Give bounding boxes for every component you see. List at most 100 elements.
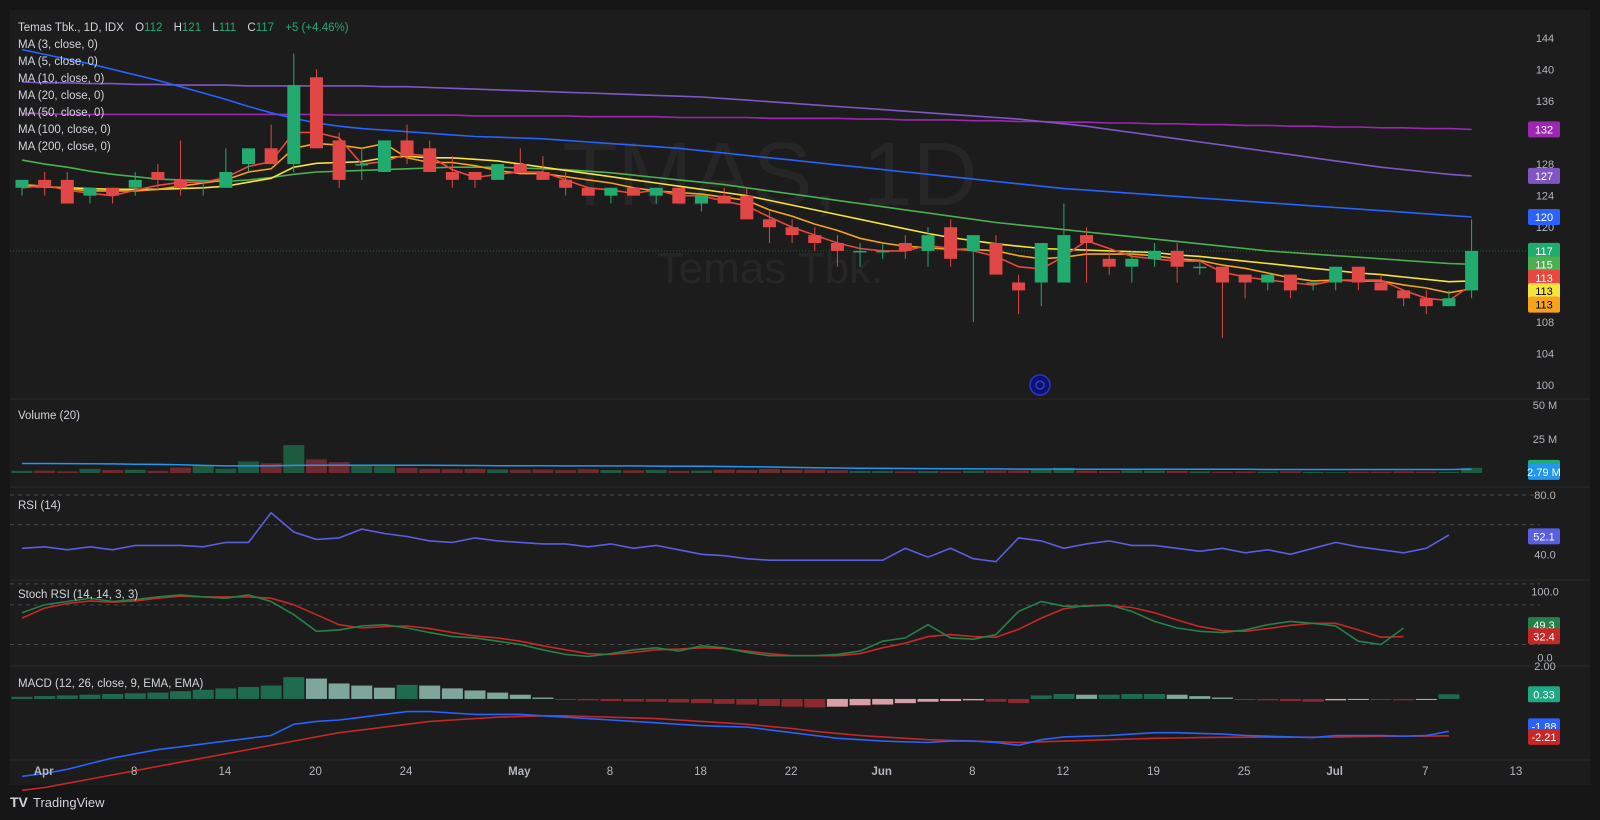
volume-bar bbox=[1076, 470, 1098, 473]
price-axis-tick: 108 bbox=[1536, 317, 1554, 329]
volume-axis-tick: 50 M bbox=[1533, 400, 1557, 412]
candle bbox=[1374, 282, 1388, 291]
candle bbox=[1102, 258, 1116, 267]
candle bbox=[1283, 274, 1297, 291]
candle bbox=[513, 164, 527, 172]
price-axis-tick: 136 bbox=[1536, 96, 1554, 108]
macd-histogram-bar bbox=[1189, 696, 1211, 699]
macd-pane-title[interactable]: MACD (12, 26, close, 9, EMA, EMA) bbox=[18, 678, 204, 690]
change-value: +5 (+4.46%) bbox=[285, 22, 348, 34]
macd-axis-tick: 2.00 bbox=[1534, 661, 1555, 673]
price-label-text: 113 bbox=[1535, 273, 1553, 285]
macd-histogram-bar bbox=[781, 698, 803, 707]
candle bbox=[830, 243, 844, 251]
candle bbox=[581, 187, 595, 196]
volume-bar bbox=[962, 470, 984, 473]
stoch-label-text: 32.4 bbox=[1533, 631, 1554, 643]
candle bbox=[196, 179, 210, 182]
time-axis-tick: 14 bbox=[218, 766, 231, 778]
tradingview-logo-icon[interactable]: TV bbox=[10, 794, 29, 810]
volume-bar bbox=[1030, 470, 1052, 473]
time-axis-tick: 13 bbox=[1510, 766, 1523, 778]
time-axis-tick: Jun bbox=[871, 766, 891, 778]
volume-pane-title[interactable]: Volume (20) bbox=[18, 410, 80, 422]
macd-histogram-bar bbox=[555, 698, 577, 700]
macd-histogram-bar bbox=[713, 698, 735, 704]
volume-bar bbox=[11, 470, 33, 473]
macd-histogram-bar bbox=[758, 698, 780, 706]
volume-bar bbox=[645, 469, 667, 473]
macd-histogram-bar bbox=[192, 689, 214, 699]
candle bbox=[1170, 250, 1184, 267]
macd-histogram-bar bbox=[1121, 694, 1143, 699]
macd-histogram-bar bbox=[668, 698, 690, 703]
ma-legend-50[interactable]: MA (50, close, 0) bbox=[18, 107, 104, 119]
rsi-pane-title[interactable]: RSI (14) bbox=[18, 500, 61, 512]
candle bbox=[604, 187, 618, 196]
volume-bar bbox=[668, 470, 690, 473]
macd-histogram-bar bbox=[351, 685, 373, 699]
volume-bar bbox=[464, 468, 486, 473]
macd-label-text: 0.33 bbox=[1533, 689, 1554, 701]
ma-legend-10[interactable]: MA (10, close, 0) bbox=[18, 73, 104, 85]
volume-bar bbox=[192, 465, 214, 473]
chart-canvas[interactable]: TMAS, 1D Temas Tbk. 14414013613212812412… bbox=[0, 0, 1600, 820]
time-axis-tick: 7 bbox=[1422, 766, 1428, 778]
macd-histogram-bar bbox=[328, 683, 350, 699]
candle bbox=[1397, 290, 1411, 299]
macd-histogram-bar bbox=[11, 696, 33, 699]
rsi-label: 52.1 bbox=[1528, 528, 1560, 545]
volume-bar bbox=[147, 470, 169, 473]
macd-histogram-bar bbox=[1393, 698, 1415, 701]
candle bbox=[106, 187, 120, 196]
candle bbox=[332, 140, 346, 180]
candle bbox=[559, 179, 573, 188]
candle bbox=[966, 235, 980, 251]
time-axis-tick: 20 bbox=[309, 766, 322, 778]
candle bbox=[309, 77, 323, 149]
event-marker-icon[interactable] bbox=[1029, 374, 1051, 396]
macd-histogram-bar bbox=[736, 698, 758, 705]
ma-legend-200[interactable]: MA (200, close, 0) bbox=[18, 141, 111, 153]
rsi-axis-tick: 80.0 bbox=[1534, 490, 1555, 502]
macd-histogram-bar bbox=[1098, 694, 1120, 699]
candle bbox=[1261, 274, 1275, 283]
macd-histogram-bar bbox=[509, 694, 531, 699]
price-label: 120 bbox=[1528, 208, 1560, 225]
ma-legend-3[interactable]: MA (3, close, 0) bbox=[18, 39, 98, 51]
volume-bar bbox=[1347, 471, 1369, 473]
volume-axis-tick: 25 M bbox=[1533, 434, 1557, 446]
price-label-text: 127 bbox=[1535, 171, 1553, 183]
volume-bar bbox=[1098, 471, 1120, 473]
candle bbox=[174, 179, 188, 188]
candle bbox=[785, 227, 799, 236]
candle bbox=[921, 235, 935, 251]
rsi-label-text: 52.1 bbox=[1533, 531, 1554, 543]
close-value: 117 bbox=[256, 22, 274, 34]
macd-histogram-bar bbox=[419, 685, 441, 699]
volume-bar bbox=[487, 469, 509, 473]
macd-histogram-bar bbox=[1053, 694, 1075, 699]
candle bbox=[219, 171, 233, 188]
candle bbox=[423, 148, 437, 172]
symbol-header[interactable]: Temas Tbk., 1D, IDX O112 H121 L111 C117 … bbox=[18, 22, 349, 34]
macd-histogram-bar bbox=[623, 698, 645, 702]
stoch-pane-title[interactable]: Stoch RSI (14, 14, 3, 3) bbox=[18, 589, 138, 601]
volume-bar bbox=[441, 469, 463, 473]
ma-legend-5[interactable]: MA (5, close, 0) bbox=[18, 56, 98, 68]
volume-bar bbox=[509, 469, 531, 473]
time-axis-tick: 25 bbox=[1238, 766, 1251, 778]
footer: TV TradingView bbox=[10, 794, 105, 810]
macd-label-text: -2.21 bbox=[1531, 732, 1556, 744]
candle bbox=[264, 148, 278, 165]
candle bbox=[1419, 298, 1433, 307]
ma-legend-100[interactable]: MA (100, close, 0) bbox=[18, 124, 111, 136]
candle bbox=[1057, 235, 1071, 283]
volume-bar bbox=[56, 471, 78, 473]
volume-bar bbox=[260, 463, 282, 473]
candle bbox=[1329, 266, 1343, 283]
ma-legend-20[interactable]: MA (20, close, 0) bbox=[18, 90, 104, 102]
macd-histogram-bar bbox=[645, 698, 667, 702]
candle bbox=[445, 171, 459, 180]
volume-bar bbox=[872, 470, 894, 473]
